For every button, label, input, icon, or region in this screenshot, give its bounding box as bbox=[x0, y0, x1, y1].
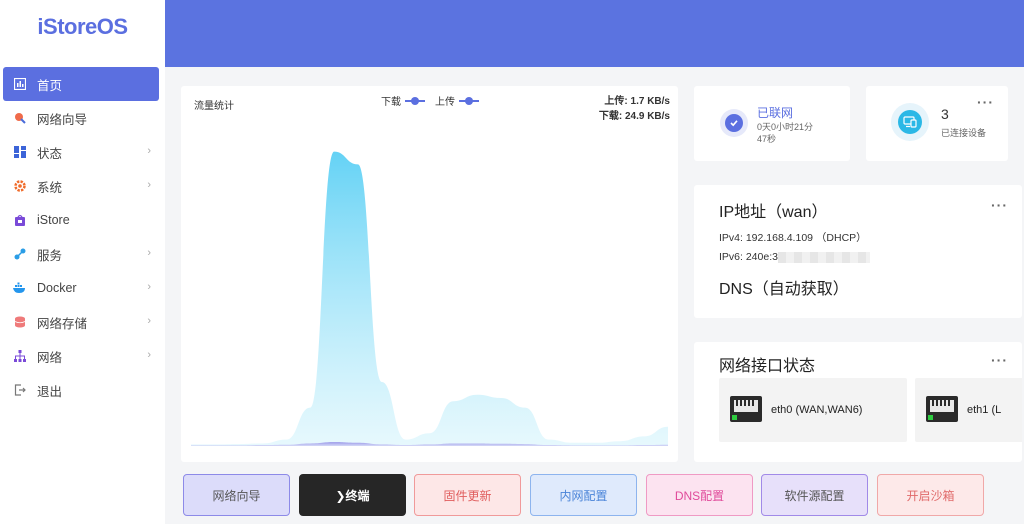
ip-address-card: IP地址（wan） ··· IPv4: 192.168.4.109 （DHCP）… bbox=[694, 185, 1022, 318]
chevron-right-icon: › bbox=[147, 145, 151, 157]
store-icon bbox=[13, 213, 27, 227]
software-source-button[interactable]: 软件源配置 bbox=[761, 474, 868, 516]
more-options-icon[interactable]: ··· bbox=[977, 94, 994, 110]
interface-eth1[interactable]: eth1 (L bbox=[915, 378, 1022, 442]
legend-upload[interactable]: 上传 bbox=[435, 93, 479, 108]
chevron-right-icon: › bbox=[147, 315, 151, 327]
interface-eth0[interactable]: eth0 (WAN,WAN6) bbox=[719, 378, 907, 442]
sidebar-item-label: 网络存储 bbox=[37, 316, 88, 331]
sidebar-item-label: 系统 bbox=[37, 180, 63, 195]
interface-label: eth0 (WAN,WAN6) bbox=[771, 404, 863, 416]
lan-config-button[interactable]: 内网配置 bbox=[530, 474, 637, 516]
services-icon bbox=[13, 247, 27, 261]
sidebar-menu: 首页 网络向导 状态 › 系统 › iStore 服务 › Docker › 网… bbox=[0, 67, 165, 407]
more-options-icon[interactable]: ··· bbox=[991, 352, 1008, 368]
terminal-button[interactable]: ❯终端 bbox=[299, 474, 406, 516]
chart-legend: 下载 上传 bbox=[381, 93, 479, 108]
status-icon bbox=[13, 145, 27, 159]
sidebar-item-istore[interactable]: iStore bbox=[3, 203, 159, 237]
upload-speed: 上传: 1.7 KB/s bbox=[604, 96, 670, 107]
speed-readout: 上传: 1.7 KB/s 下载: 24.9 KB/s bbox=[599, 94, 670, 124]
chevron-right-icon: › bbox=[147, 247, 151, 259]
redacted-mask bbox=[777, 251, 870, 263]
device-count: 3 bbox=[941, 106, 949, 122]
sidebar-item-wizard[interactable]: 网络向导 bbox=[3, 101, 159, 135]
sidebar-item-logout[interactable]: 退出 bbox=[3, 373, 159, 407]
sidebar-item-label: 网络向导 bbox=[37, 112, 88, 127]
system-icon bbox=[13, 179, 27, 193]
uptime: 0天0小时21分47秒 bbox=[757, 122, 814, 144]
chevron-right-icon: › bbox=[147, 281, 151, 293]
ipv4-line: IPv4: 192.168.4.109 （DHCP） bbox=[719, 232, 867, 244]
traffic-card: 流量统计 下载 上传 上传: 1.7 KB/s 下载: 24.9 KB/s bbox=[181, 86, 678, 462]
sidebar-item-system[interactable]: 系统 › bbox=[3, 169, 159, 203]
device-count-label: 已连接设备 bbox=[941, 128, 987, 138]
legend-download-label: 下载 bbox=[381, 97, 401, 108]
devices-icon bbox=[891, 103, 929, 141]
sidebar-item-label: 退出 bbox=[37, 384, 63, 399]
connection-status-card[interactable]: 已联网 0天0小时21分47秒 bbox=[694, 86, 850, 161]
chevron-right-icon: › bbox=[147, 179, 151, 191]
sidebar-item-label: 服务 bbox=[37, 248, 63, 263]
network-interfaces-card: 网络接口状态 ··· eth0 (WAN,WAN6) eth1 (L bbox=[694, 342, 1022, 462]
check-circle-icon bbox=[720, 109, 748, 137]
dns-title: DNS（自动获取） bbox=[719, 281, 849, 298]
ipv6-line: IPv6: 240e:3 bbox=[719, 251, 870, 263]
traffic-title: 流量统计 bbox=[194, 101, 234, 112]
network-wizard-button[interactable]: 网络向导 bbox=[183, 474, 290, 516]
firmware-update-button[interactable]: 固件更新 bbox=[414, 474, 521, 516]
download-series-area bbox=[191, 151, 668, 446]
dashboard-icon bbox=[13, 77, 27, 91]
sidebar-item-network[interactable]: 网络 › bbox=[3, 339, 159, 373]
sidebar-item-label: 网络 bbox=[37, 350, 63, 365]
dns-config-button[interactable]: DNS配置 bbox=[646, 474, 753, 516]
interface-label: eth1 (L bbox=[967, 404, 1002, 416]
ip-title: IP地址（wan） bbox=[719, 204, 828, 221]
sidebar-item-label: Docker bbox=[37, 281, 77, 295]
legend-download[interactable]: 下载 bbox=[381, 93, 425, 108]
docker-icon bbox=[13, 281, 27, 295]
ipv6-value: IPv6: 240e:3 bbox=[719, 251, 778, 263]
more-options-icon[interactable]: ··· bbox=[991, 197, 1008, 213]
wizard-icon bbox=[13, 111, 27, 125]
storage-icon bbox=[13, 315, 27, 329]
ethernet-port-icon bbox=[730, 396, 762, 422]
legend-upload-label: 上传 bbox=[435, 97, 455, 108]
logout-icon bbox=[13, 383, 27, 397]
legend-line-marker-icon bbox=[405, 96, 425, 105]
chevron-right-icon: › bbox=[147, 349, 151, 361]
app-logo[interactable]: iStoreOS bbox=[0, 14, 165, 40]
sidebar: iStoreOS 首页 网络向导 状态 › 系统 › iStore 服务 › D… bbox=[0, 0, 165, 524]
legend-line-marker-icon bbox=[459, 96, 479, 105]
sidebar-item-storage[interactable]: 网络存储 › bbox=[3, 305, 159, 339]
sandbox-button[interactable]: 开启沙箱 bbox=[877, 474, 984, 516]
traffic-chart bbox=[191, 151, 668, 446]
connected-devices-card[interactable]: 3 已连接设备 ··· bbox=[866, 86, 1008, 161]
sidebar-item-label: 状态 bbox=[37, 146, 63, 161]
sidebar-item-home[interactable]: 首页 bbox=[3, 67, 159, 101]
header-bar bbox=[165, 0, 1024, 67]
sidebar-item-label: iStore bbox=[37, 213, 70, 227]
download-speed: 下载: 24.9 KB/s bbox=[598, 111, 670, 122]
sidebar-item-status[interactable]: 状态 › bbox=[3, 135, 159, 169]
network-interfaces-title: 网络接口状态 bbox=[719, 358, 816, 375]
sidebar-item-services[interactable]: 服务 › bbox=[3, 237, 159, 271]
network-icon bbox=[13, 349, 27, 363]
sidebar-item-docker[interactable]: Docker › bbox=[3, 271, 159, 305]
ethernet-port-icon bbox=[926, 396, 958, 422]
sidebar-item-label: 首页 bbox=[37, 78, 63, 93]
connection-status: 已联网 bbox=[757, 106, 794, 120]
